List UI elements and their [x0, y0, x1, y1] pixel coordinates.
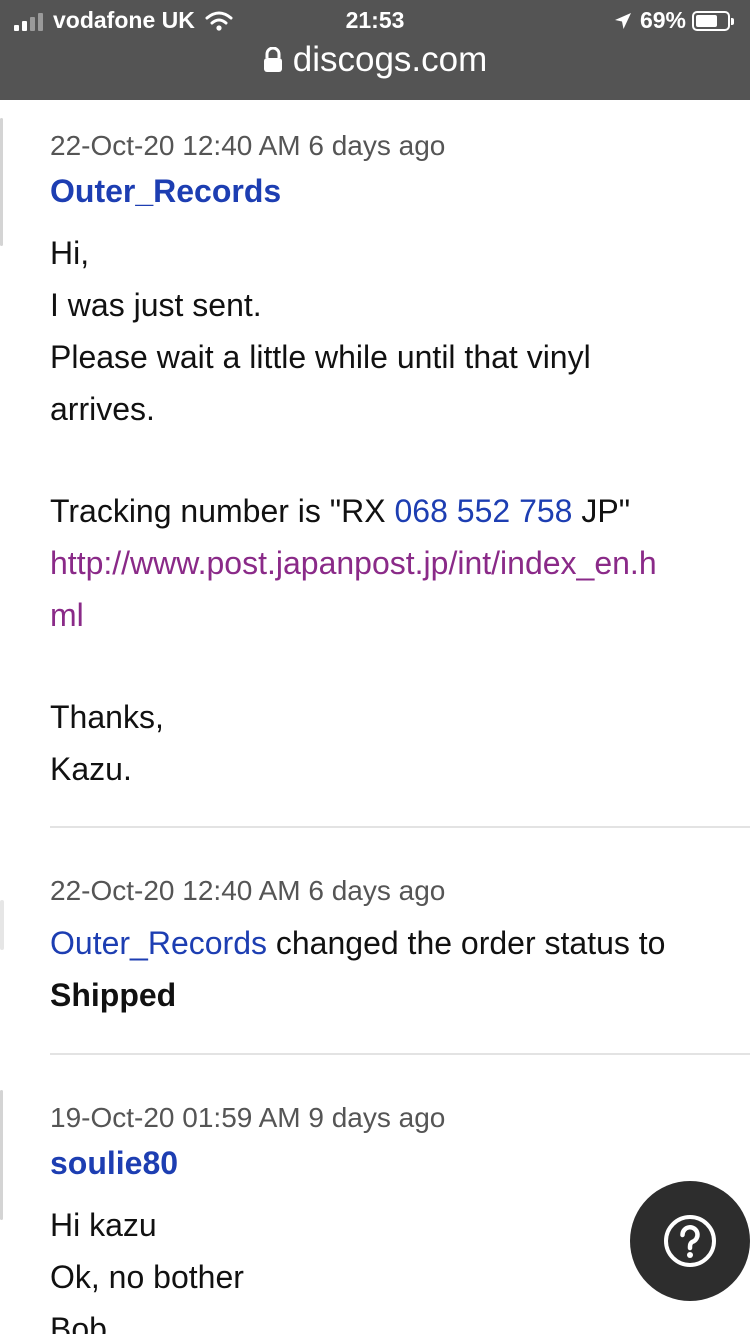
- message-line: I was just sent.: [50, 287, 262, 323]
- battery-percent: 69%: [639, 7, 686, 33]
- status-change-text: changed the order status to: [266, 925, 666, 961]
- message-author-link[interactable]: Outer_Records: [50, 925, 267, 961]
- battery-icon: [692, 10, 734, 31]
- location-arrow-icon: [614, 12, 631, 29]
- message-line: Hi kazu: [50, 1207, 157, 1243]
- message-line: Ok, no bother: [50, 1259, 244, 1295]
- japanpost-url-link[interactable]: http://www.post.japanpost.jp/int/index_e…: [50, 545, 657, 582]
- message-line: arrives.: [50, 391, 155, 427]
- message-signature: Kazu.: [50, 751, 132, 787]
- message-timestamp: 19-Oct-20 01:59 AM 9 days ago: [50, 1102, 446, 1133]
- order-status-value: Shipped: [50, 977, 177, 1013]
- status-right: 69%: [614, 7, 734, 34]
- message-author-link[interactable]: Outer_Records: [50, 173, 281, 210]
- help-button[interactable]: [630, 1181, 750, 1301]
- address-bar[interactable]: discogs.com: [0, 40, 750, 80]
- message-line: Please wait a little while until that vi…: [50, 339, 591, 375]
- status-change-line: Outer_Records changed the order status t…: [50, 925, 665, 962]
- tracking-number-link[interactable]: 068 552 758: [395, 493, 573, 529]
- message-edge: [0, 900, 4, 950]
- message-author-link[interactable]: soulie80: [50, 1145, 178, 1182]
- message-divider: [50, 826, 750, 828]
- url-text: discogs.com: [292, 40, 488, 79]
- message-divider: [50, 1053, 750, 1055]
- japanpost-url-link-continued[interactable]: ml: [50, 597, 84, 634]
- message-timestamp: 22-Oct-20 12:40 AM 6 days ago: [50, 875, 446, 906]
- message-line: Bob: [50, 1311, 107, 1334]
- tracking-prefix: Tracking number is "RX: [50, 493, 395, 529]
- question-mark-icon: [664, 1215, 716, 1267]
- lock-icon: [263, 47, 282, 72]
- tracking-line: Tracking number is "RX 068 552 758 JP": [50, 493, 630, 530]
- message-edge: [0, 118, 3, 246]
- message-line: Hi,: [50, 235, 90, 271]
- message-timestamp: 22-Oct-20 12:40 AM 6 days ago: [50, 130, 446, 161]
- message-edge: [0, 1090, 3, 1220]
- status-bar: vodafone UK 21:53 69% discogs.com: [0, 0, 750, 100]
- battery-fill: [696, 14, 717, 27]
- message-closing: Thanks,: [50, 699, 164, 735]
- tracking-suffix: JP": [572, 493, 631, 529]
